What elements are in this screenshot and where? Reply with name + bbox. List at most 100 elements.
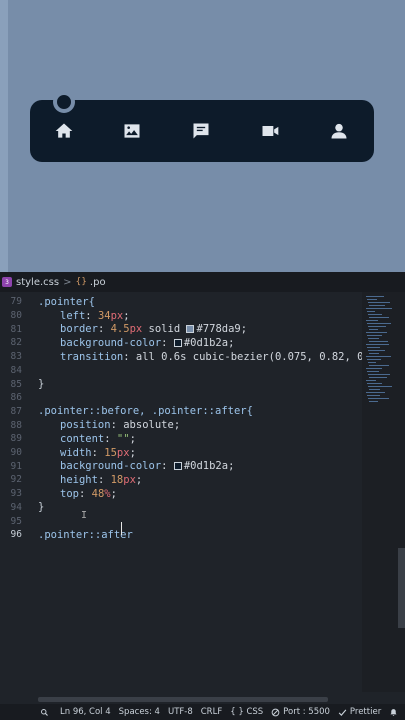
minimap-line [367, 299, 377, 300]
mouse-ibeam-icon: I [81, 510, 88, 521]
css-property: background-color [60, 460, 162, 473]
minimap-line [366, 380, 376, 381]
code-editor[interactable]: 79 .pointer{ 80 left: 34px; 81 border: 4.5px … [0, 292, 405, 692]
minimap-line [367, 371, 379, 372]
nav-pointer-indicator [53, 91, 75, 113]
line-number: 82 [10, 337, 22, 349]
line-ending[interactable]: CRLF [201, 707, 222, 717]
minimap-line [367, 323, 391, 324]
string: "" [116, 432, 130, 445]
person-icon[interactable] [328, 120, 350, 142]
line-content: content: ""; [60, 433, 136, 445]
chat-icon[interactable] [190, 120, 212, 142]
code-line[interactable]: 79 .pointer{ [0, 295, 362, 309]
minimap-line [368, 374, 390, 375]
code-line[interactable]: 83 transition: all 0.6s cubic-bezier(0.07… [0, 350, 405, 364]
line-number: 86 [10, 392, 22, 404]
line-number: 84 [10, 364, 22, 376]
minimap-line [369, 305, 385, 306]
breadcrumb-symbol[interactable]: .po [90, 277, 106, 288]
minimap-line [369, 401, 378, 402]
bell-icon[interactable] [389, 708, 401, 717]
code-line[interactable]: 84 [0, 364, 362, 378]
live-server-port[interactable]: Port : 5500 [271, 707, 330, 717]
cursor-position[interactable]: Ln 96, Col 4 [60, 707, 111, 717]
breadcrumb-file[interactable]: style.css [16, 277, 59, 288]
code-line[interactable]: 86 [0, 391, 362, 405]
brace: } [38, 501, 45, 514]
editor-tab-bar: 3 style.css > {} .po [0, 272, 405, 292]
code-line[interactable]: 85} [0, 377, 362, 391]
color-swatch[interactable] [186, 325, 195, 334]
selector: .pointer{ [38, 295, 95, 308]
minimap-line [367, 359, 381, 360]
image-icon[interactable] [121, 120, 143, 142]
unit: px [129, 323, 143, 336]
line-number: 79 [10, 296, 22, 308]
minimap-line [368, 326, 386, 327]
line-content: transition: all 0.6s cubic-bezier(0.075,… [60, 351, 405, 363]
code-line[interactable]: 88 position: absolute; [0, 418, 362, 432]
line-content: left: 34px; [60, 310, 130, 322]
line-number: 93 [10, 488, 22, 500]
selector: .pointer::before, .pointer::after{ [38, 405, 253, 418]
unit: px [123, 473, 136, 486]
color-swatch[interactable] [173, 462, 182, 471]
minimap-line [366, 332, 387, 333]
code-line[interactable]: 96 .pointer::after [0, 528, 362, 542]
video-icon[interactable] [259, 120, 281, 142]
minimap-line [368, 386, 392, 387]
minimap-line [366, 356, 391, 357]
line-content: .pointer{ [38, 296, 95, 308]
semicolon: ; [123, 309, 130, 322]
semicolon: ; [228, 460, 235, 473]
zoom-icon[interactable] [40, 708, 52, 717]
code-line[interactable]: 89 content: ""; [0, 432, 362, 446]
number: 34 [97, 309, 111, 322]
symbol-icon: {} [75, 277, 87, 287]
code-line[interactable]: 93 top: 48%; [0, 487, 362, 501]
colon: : [97, 473, 111, 486]
minimap-line [367, 383, 382, 384]
code-line[interactable]: 80 left: 34px; [0, 309, 362, 323]
line-number: 92 [10, 474, 22, 486]
vertical-scrollbar[interactable] [398, 548, 405, 628]
minimap-line [368, 362, 376, 363]
language-mode[interactable]: { } CSS [230, 707, 263, 717]
horizontal-scrollbar[interactable] [38, 697, 328, 702]
semicolon: ; [240, 323, 248, 336]
minimap-line [367, 395, 380, 396]
code-line[interactable]: 81 border: 4.5px solid #778da9; [0, 322, 362, 336]
css-property: top [60, 487, 79, 500]
encoding[interactable]: UTF-8 [168, 707, 193, 717]
css-file-icon: 3 [2, 277, 12, 287]
minimap-line [366, 308, 392, 309]
line-content: border: 4.5px solid #778da9; [60, 323, 247, 335]
line-number: 87 [10, 405, 22, 417]
code-line[interactable]: 87 .pointer::before, .pointer::after{ [0, 405, 362, 419]
minimap[interactable] [362, 292, 405, 692]
indentation[interactable]: Spaces: 4 [119, 707, 160, 717]
minimap-line [369, 317, 389, 318]
code-line[interactable]: 95 [0, 514, 362, 528]
minimap-line [367, 311, 375, 312]
number: 48 [91, 487, 105, 500]
code-line[interactable]: 82 background-color: #0d1b2a; [0, 336, 362, 350]
line-number: 80 [10, 310, 22, 322]
line-content: .pointer::before, .pointer::after{ [38, 405, 253, 417]
color-swatch[interactable] [173, 338, 182, 347]
minimap-line [366, 368, 382, 369]
selector: .pointer::after [38, 528, 133, 541]
code-line[interactable]: 91 background-color: #0d1b2a; [0, 459, 362, 473]
css-property: content [60, 432, 105, 445]
home-icon[interactable] [53, 120, 75, 142]
code-line[interactable]: 94} [0, 501, 362, 515]
number: 15 [104, 446, 117, 459]
minimap-line [369, 365, 389, 366]
brace: } [38, 378, 45, 391]
prettier-status[interactable]: Prettier [338, 707, 381, 717]
css-property: width [60, 446, 92, 459]
code-line[interactable]: 92 height: 18px; [0, 473, 362, 487]
code-line[interactable]: 90 width: 15px; [0, 446, 362, 460]
line-number: 95 [10, 515, 22, 527]
